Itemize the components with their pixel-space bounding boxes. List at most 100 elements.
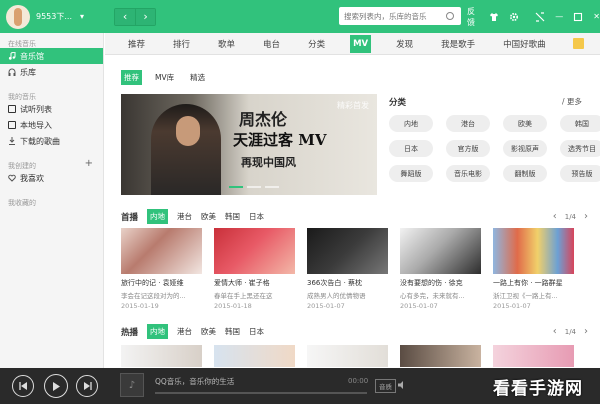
tab-mv[interactable]: MV (350, 34, 372, 53)
close-button[interactable]: ✕ (593, 12, 600, 21)
menu-icon[interactable] (573, 38, 584, 49)
mv-card[interactable]: 一路上有你 · 一路群星 浙江卫视《一路上有... 2015-01-07 (493, 228, 574, 310)
category-pill[interactable]: 翻制版 (503, 165, 547, 182)
mv-card[interactable] (121, 345, 202, 367)
maximize-icon[interactable] (573, 12, 583, 22)
premiere-filter-korea[interactable]: 韩国 (225, 211, 240, 222)
progress-bar[interactable] (155, 392, 367, 394)
mv-card[interactable]: 爱情大师 · 崔子格 春单在手上黑还在这 2015-01-18 (214, 228, 295, 310)
hot-filter-mainland[interactable]: 内地 (147, 324, 169, 339)
tab-i-am-singer[interactable]: 我是歌手 (438, 35, 478, 53)
category-pill[interactable]: 欧美 (503, 115, 547, 132)
premiere-filter-hk-tw[interactable]: 港台 (177, 211, 192, 222)
subtab-recommend[interactable]: 推荐 (121, 70, 142, 85)
mv-card[interactable]: 旅行中的记 · 袁娅维 李会在记这段对为的... 2015-01-19 (121, 228, 202, 310)
hot-filter-korea[interactable]: 韩国 (225, 326, 240, 337)
mv-card[interactable] (214, 345, 295, 367)
mv-thumbnail[interactable] (307, 345, 388, 367)
mv-thumbnail[interactable] (307, 228, 388, 274)
prev-page-button[interactable]: ‹ (553, 326, 557, 337)
sidebar-item-library[interactable]: 乐库 (0, 64, 103, 80)
banner-dot[interactable] (265, 186, 279, 188)
mv-title[interactable]: 一路上有你 · 一路群星 (493, 278, 574, 288)
mv-card[interactable]: 366次告白 · 蔡枕 成熟男人的优情物语 2015-01-07 (307, 228, 388, 310)
hot-filter-hk-tw[interactable]: 港台 (177, 326, 192, 337)
sidebar-item-trial-list[interactable]: 试听列表 (0, 101, 103, 117)
premiere-filter-western[interactable]: 欧美 (201, 211, 216, 222)
feedback-button[interactable]: 反馈 (467, 6, 479, 28)
banner-dot[interactable] (229, 186, 243, 188)
shirt-icon[interactable] (489, 12, 499, 22)
mv-title[interactable]: 旅行中的记 · 袁娅维 (121, 278, 202, 288)
album-cover[interactable]: ♪ (120, 373, 144, 397)
play-button[interactable] (44, 374, 68, 398)
featured-banner[interactable]: 精彩首发 周杰伦 天涯过客 MV 再现中国风 (121, 94, 377, 195)
mv-thumbnail[interactable] (214, 228, 295, 274)
category-pill[interactable]: 音乐电影 (446, 165, 490, 182)
sidebar-item-local-import[interactable]: 本地导入 (0, 117, 103, 133)
mv-thumbnail[interactable] (400, 228, 481, 274)
mv-card[interactable] (400, 345, 481, 367)
next-page-button[interactable]: › (584, 326, 588, 337)
mv-thumbnail[interactable] (214, 345, 295, 367)
subtab-mv-library[interactable]: MV库 (152, 70, 177, 85)
mv-thumbnail[interactable] (493, 228, 574, 274)
premiere-filter-mainland[interactable]: 内地 (147, 209, 169, 224)
tab-recommend[interactable]: 推荐 (125, 35, 148, 53)
sidebar-item-favorites[interactable]: 我喜欢 (0, 170, 103, 186)
tab-playlists[interactable]: 歌单 (215, 35, 238, 53)
tab-categories[interactable]: 分类 (305, 35, 328, 53)
sidebar-item-downloads[interactable]: 下载的歌曲 (0, 133, 103, 149)
avatar[interactable] (6, 4, 30, 29)
categories-more-link[interactable]: / 更多 (562, 96, 582, 107)
previous-track-button[interactable] (12, 375, 34, 397)
tab-good-songs[interactable]: 中国好歌曲 (500, 35, 549, 53)
hot-filter-western[interactable]: 欧美 (201, 326, 216, 337)
category-pill[interactable]: 官方版 (446, 140, 490, 157)
sidebar-item-music-hall[interactable]: 音乐馆 (0, 48, 103, 64)
mv-desc: 成熟男人的优情物语 (307, 292, 366, 300)
tab-discover[interactable]: 发现 (393, 35, 416, 53)
mv-card[interactable] (493, 345, 574, 367)
premiere-filter-japan[interactable]: 日本 (249, 211, 264, 222)
minimize-mode-icon[interactable] (535, 11, 545, 22)
back-button[interactable]: ‹ (115, 8, 136, 25)
next-track-button[interactable] (76, 375, 98, 397)
mv-thumbnail[interactable] (121, 345, 202, 367)
mv-thumbnail[interactable] (400, 345, 481, 367)
mv-thumbnail[interactable] (493, 345, 574, 367)
tab-ranking[interactable]: 排行 (170, 35, 193, 53)
forward-button[interactable]: › (135, 8, 156, 25)
subtab-featured[interactable]: 精选 (187, 70, 208, 85)
mv-thumbnail[interactable] (121, 228, 202, 274)
category-pill[interactable]: 选秀节目 (560, 140, 600, 157)
mv-card[interactable] (307, 345, 388, 367)
minimize-button[interactable]: — (555, 12, 563, 21)
gear-icon[interactable] (509, 12, 519, 22)
add-playlist-button[interactable]: + (85, 158, 93, 170)
mv-title[interactable]: 366次告白 · 蔡枕 (307, 278, 388, 288)
quality-button[interactable]: 音质 (375, 379, 396, 393)
category-pill[interactable]: 舞蹈版 (389, 165, 433, 182)
search-box[interactable] (339, 7, 461, 25)
username[interactable]: 9553下... (36, 11, 72, 22)
banner-dot[interactable] (247, 186, 261, 188)
category-pill[interactable]: 影视原声 (503, 140, 547, 157)
prev-page-button[interactable]: ‹ (553, 211, 557, 222)
tab-radio[interactable]: 电台 (260, 35, 283, 53)
search-icon[interactable] (446, 12, 454, 20)
category-pill[interactable]: 港台 (446, 115, 490, 132)
search-input[interactable] (344, 11, 444, 21)
hot-filter-japan[interactable]: 日本 (249, 326, 264, 337)
wifi-icon[interactable]: ▾ (80, 12, 84, 21)
mv-card[interactable]: 没有要想的伤 · 徐克 心有多完，未来就有... 2015-01-07 (400, 228, 481, 310)
category-pill[interactable]: 日本 (389, 140, 433, 157)
category-pill[interactable]: 预告版 (560, 165, 600, 182)
category-pill[interactable]: 内地 (389, 115, 433, 132)
category-pill[interactable]: 韩国 (560, 115, 600, 132)
mv-title[interactable]: 爱情大师 · 崔子格 (214, 278, 295, 288)
mv-date: 2015-01-19 (121, 302, 159, 310)
mv-title[interactable]: 没有要想的伤 · 徐克 (400, 278, 481, 288)
volume-icon[interactable] (398, 381, 408, 389)
next-page-button[interactable]: › (584, 211, 588, 222)
